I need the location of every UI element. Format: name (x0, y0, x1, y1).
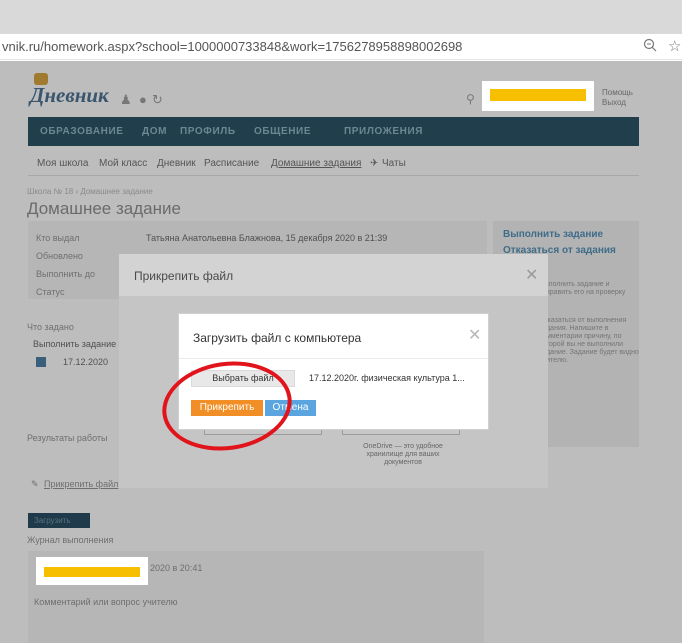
refuse-task-note: Отказаться от выполнения задания. Напиши… (539, 317, 639, 364)
breadcrumb[interactable]: Школа № 18 › Домашнее задание (27, 187, 153, 196)
journal-label: Журнал выполнения (27, 535, 114, 545)
attach-dialog-header: Прикрепить файл ✕ (119, 254, 548, 296)
onedrive-caption: OneDrive — это удобное хранилище для ваш… (363, 443, 443, 466)
task-file-date[interactable]: 17.12.2020 (63, 357, 108, 367)
nav-home[interactable]: ДОМ (142, 126, 167, 137)
subnav-my-class[interactable]: Мой класс (99, 158, 147, 169)
subnav-homework[interactable]: Домашние задания (271, 158, 361, 169)
nav-profile[interactable]: ПРОФИЛЬ (180, 126, 236, 137)
journal-time: 2020 в 20:41 (150, 563, 203, 573)
selected-file-name: 17.12.2020г. физическая культура 1... (309, 373, 465, 383)
star-icon[interactable]: ☆ (668, 37, 681, 55)
search-icon[interactable]: ⚲ (466, 92, 475, 106)
choose-file-button[interactable]: Выбрать файл (191, 370, 295, 387)
task-label: Что задано (27, 322, 74, 332)
subnav-diary[interactable]: Дневник (157, 158, 196, 169)
info-issued-by: Татьяна Анатольевна Блажнова, 15 декабря… (146, 233, 388, 243)
chat-icon[interactable]: ✈ (370, 158, 378, 169)
pencil-icon[interactable]: ✎ (31, 479, 39, 490)
info-label-status: Статус (36, 287, 65, 297)
attach-file-link[interactable]: Прикрепить файл (44, 479, 118, 489)
nav-education[interactable]: ОБРАЗОВАНИЕ (40, 126, 124, 137)
address-bar[interactable]: vnik.ru/homework.aspx?school=10000007338… (0, 34, 682, 60)
journal-author-redacted (36, 557, 148, 585)
info-label-updated: Обновлено (36, 251, 83, 261)
upload-dialog-title: Загрузить файл с компьютера (193, 331, 362, 345)
logout-link[interactable]: Выход (602, 98, 633, 108)
nav-apps[interactable]: ПРИЛОЖЕНИЯ (344, 126, 423, 137)
help-link[interactable]: Помощь (602, 88, 633, 98)
attach-dialog-title: Прикрепить файл (134, 269, 234, 283)
subnav-divider (28, 175, 639, 176)
refresh-icon[interactable]: ↻ (152, 92, 163, 108)
subnav-chats[interactable]: Чаты (382, 158, 406, 169)
subnav-my-school[interactable]: Моя школа (37, 158, 88, 169)
attach-button[interactable]: Прикрепить (191, 400, 263, 416)
page-title: Домашнее задание (27, 199, 181, 218)
subnav-schedule[interactable]: Расписание (204, 158, 259, 169)
redaction-bar (44, 567, 140, 577)
header-links: Помощь Выход (602, 88, 633, 108)
browser-titlebar (0, 0, 682, 34)
main-nav: ОБРАЗОВАНИЕ ДОМ ПРОФИЛЬ ОБЩЕНИЕ ПРИЛОЖЕН… (28, 117, 639, 146)
user-name-redacted (482, 81, 594, 111)
zoom-icon[interactable] (643, 38, 657, 52)
url-text[interactable]: vnik.ru/homework.aspx?school=10000007338… (2, 39, 462, 54)
upload-from-computer-dialog: Загрузить файл с компьютера ✕ Выбрать фа… (178, 313, 489, 430)
task-text: Выполнить задание (33, 339, 117, 349)
comment-label: Комментарий или вопрос учителю (34, 597, 178, 607)
person-icon[interactable]: ♟ (120, 92, 132, 108)
info-label-issued-by: Кто выдал (36, 233, 80, 243)
redaction-bar (490, 89, 586, 101)
cancel-button[interactable]: Отмена (265, 400, 316, 416)
close-icon[interactable]: ✕ (468, 325, 481, 345)
file-icon[interactable] (36, 357, 46, 367)
upload-button[interactable]: Загрузить (28, 513, 90, 528)
do-task-link[interactable]: Выполнить задание (503, 229, 603, 240)
close-icon[interactable]: ✕ (525, 265, 538, 285)
info-label-due: Выполнить до (36, 269, 95, 279)
logo[interactable]: Дневник (30, 83, 109, 108)
do-task-note: Выполнить задание и отправить его на про… (539, 281, 626, 296)
dialog-divider (179, 358, 488, 359)
results-label: Результаты работы (27, 433, 108, 443)
nav-communication[interactable]: ОБЩЕНИЕ (254, 126, 311, 137)
bulb-icon[interactable]: ● (139, 92, 147, 107)
